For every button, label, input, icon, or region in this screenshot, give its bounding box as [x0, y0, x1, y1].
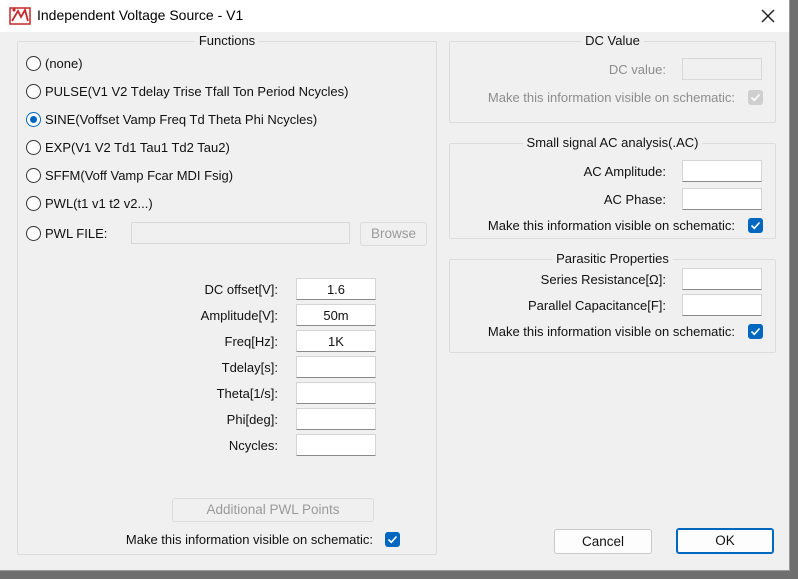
ac-analysis-group-title: Small signal AC analysis(.AC) [522, 135, 703, 150]
function-option-exp[interactable]: EXP(V1 V2 Td1 Tau1 Td2 Tau2) [26, 137, 230, 157]
ac-phase-label: AC Phase: [603, 192, 666, 207]
parasitic-properties-group-title: Parasitic Properties [552, 251, 673, 266]
option-label: SINE(Voffset Vamp Freq Td Theta Phi Ncyc… [45, 111, 318, 127]
option-label: PULSE(V1 V2 Tdelay Trise Tfall Ton Perio… [45, 83, 349, 99]
parasitic-visible-label: Make this information visible on schemat… [487, 324, 735, 339]
theta-input[interactable] [296, 382, 376, 404]
param-label-amplitude: Amplitude[V]: [200, 308, 278, 323]
option-label: PWL FILE: [45, 225, 108, 241]
option-label: PWL(t1 v1 t2 v2...) [45, 195, 153, 211]
phi-input[interactable] [296, 408, 376, 430]
function-option-sffm[interactable]: SFFM(Voff Vamp Fcar MDI Fsig) [26, 165, 233, 185]
function-option-pulse[interactable]: PULSE(V1 V2 Tdelay Trise Tfall Ton Perio… [26, 81, 348, 101]
functions-visible-checkbox[interactable] [385, 532, 400, 547]
window-title: Independent Voltage Source - V1 [37, 7, 244, 23]
dc-value-visible-label: Make this information visible on schemat… [487, 90, 735, 105]
param-label-ncycles: Ncycles: [228, 438, 278, 453]
ac-amplitude-label: AC Amplitude: [583, 164, 666, 179]
dc-value-input[interactable] [682, 58, 762, 80]
option-label: (none) [45, 55, 83, 71]
param-label-tdelay: Tdelay[s]: [221, 360, 278, 375]
cancel-button[interactable]: Cancel [554, 529, 652, 554]
radio-pulse[interactable] [26, 83, 41, 99]
close-icon[interactable] [755, 3, 781, 29]
radio-exp[interactable] [26, 139, 41, 155]
parasitic-visible-checkbox[interactable] [748, 324, 763, 339]
checkmark-icon [750, 93, 761, 102]
param-label-freq: Freq[Hz]: [224, 334, 278, 349]
option-label: EXP(V1 V2 Td1 Tau1 Td2 Tau2) [45, 139, 230, 155]
ncycles-input[interactable] [296, 434, 376, 456]
amplitude-input[interactable] [296, 304, 376, 326]
dc-offset-input[interactable] [296, 278, 376, 300]
checkmark-icon [750, 327, 761, 336]
parallel-capacitance-label: Parallel Capacitance[F]: [527, 298, 666, 313]
ac-phase-input[interactable] [682, 188, 762, 210]
dc-value-visible-checkbox[interactable] [748, 90, 763, 105]
additional-pwl-points-button[interactable]: Additional PWL Points [172, 498, 374, 522]
title-bar[interactable]: Independent Voltage Source - V1 [0, 0, 789, 32]
radio-pwl[interactable] [26, 195, 41, 211]
ac-amplitude-input[interactable] [682, 160, 762, 182]
dc-value-label: DC value: [608, 62, 666, 77]
ok-button[interactable]: OK [676, 528, 774, 554]
voltage-source-dialog: Independent Voltage Source - V1 Function… [0, 0, 790, 571]
series-resistance-label: Series Resistance[Ω]: [540, 272, 666, 287]
functions-group-title: Functions [194, 33, 260, 48]
radio-none[interactable] [26, 55, 41, 71]
radio-sffm[interactable] [26, 167, 41, 183]
checkmark-icon [750, 221, 761, 230]
radio-pwl-file[interactable] [26, 225, 41, 241]
parallel-capacitance-input[interactable] [682, 294, 762, 316]
function-option-none[interactable]: (none) [26, 53, 83, 73]
ac-visible-checkbox[interactable] [748, 218, 763, 233]
tdelay-input[interactable] [296, 356, 376, 378]
option-label: SFFM(Voff Vamp Fcar MDI Fsig) [45, 167, 234, 183]
browse-button[interactable]: Browse [360, 222, 427, 246]
dc-value-group-title: DC Value [581, 33, 644, 48]
dc-value-group: DC Value [449, 33, 776, 123]
function-option-sine[interactable]: SINE(Voffset Vamp Freq Td Theta Phi Ncyc… [26, 109, 317, 129]
checkmark-icon [387, 535, 398, 544]
ltspice-app-icon [9, 7, 31, 25]
freq-input[interactable] [296, 330, 376, 352]
pwl-file-input[interactable] [131, 222, 350, 244]
param-label-dc-offset: DC offset[V]: [204, 282, 278, 297]
param-label-theta: Theta[1/s]: [216, 386, 278, 401]
functions-visible-label: Make this information visible on schemat… [125, 532, 373, 547]
series-resistance-input[interactable] [682, 268, 762, 290]
radio-sine[interactable] [26, 111, 41, 127]
param-label-phi: Phi[deg]: [226, 412, 278, 427]
function-option-pwl[interactable]: PWL(t1 v1 t2 v2...) [26, 193, 153, 213]
function-option-pwl-file[interactable]: PWL FILE: [26, 223, 107, 243]
ac-visible-label: Make this information visible on schemat… [487, 218, 735, 233]
